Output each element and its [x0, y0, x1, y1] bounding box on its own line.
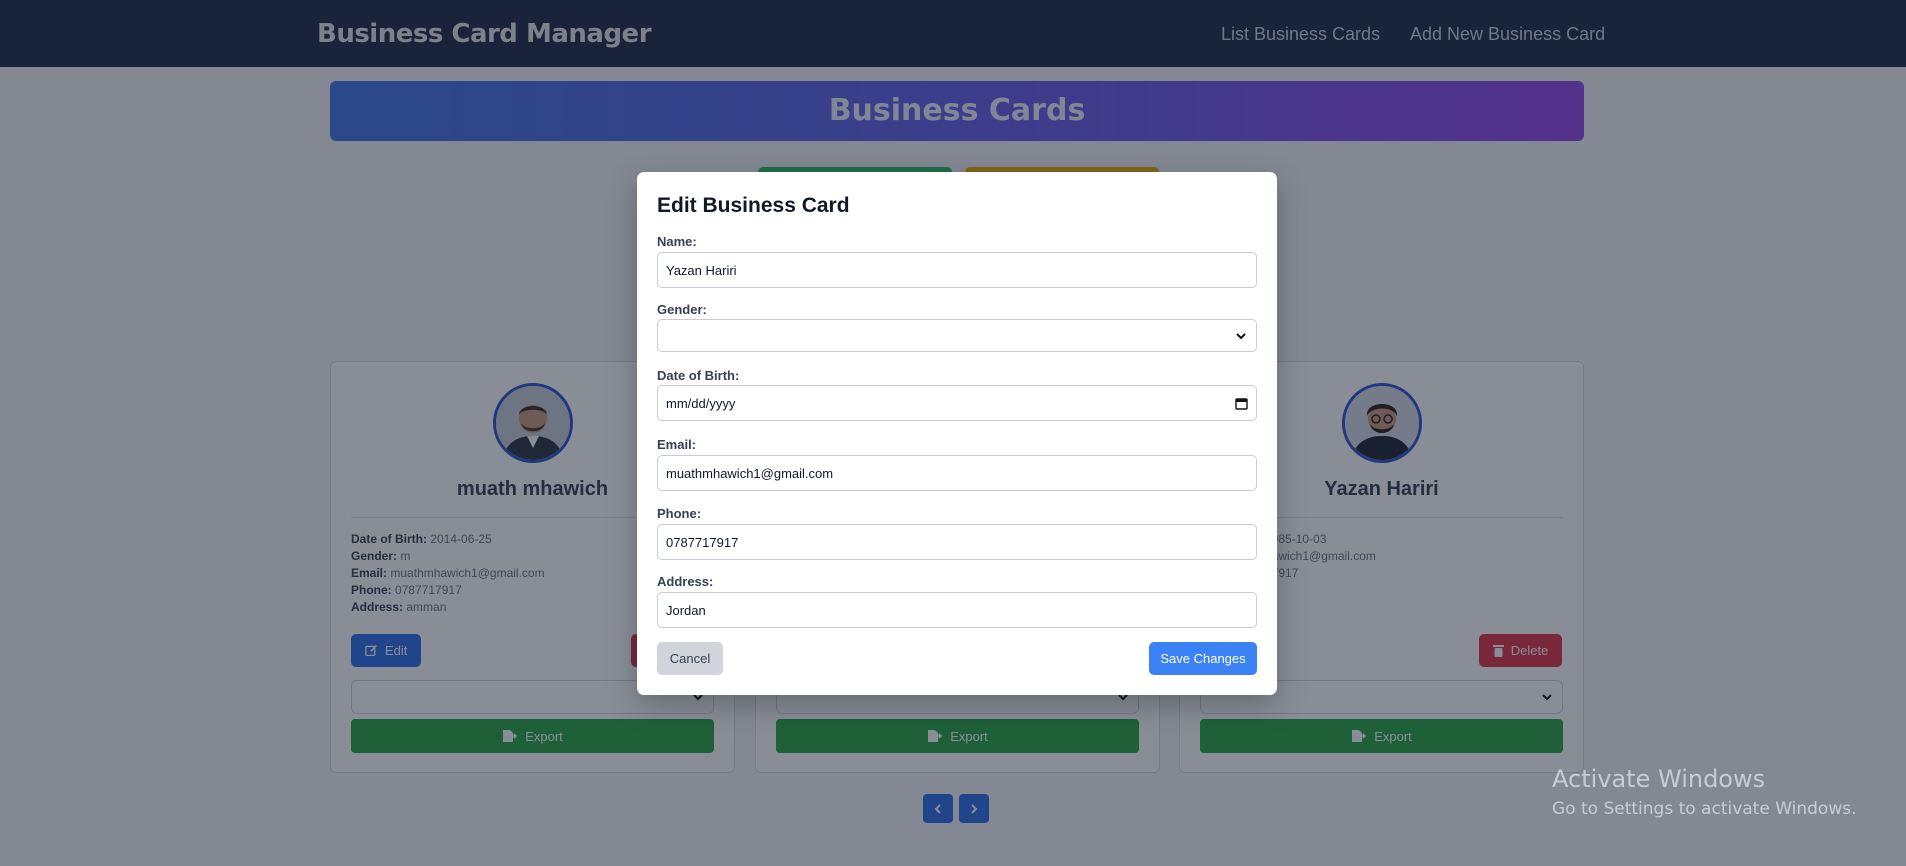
dob-field[interactable]: mm/dd/yyyy — [657, 385, 1257, 421]
windows-activation-title: Activate Windows — [1552, 765, 1766, 793]
phone-label: Phone: — [657, 506, 702, 521]
phone-field-value: 0787717917 — [666, 534, 739, 550]
address-field-value: Jordan — [666, 602, 706, 618]
dob-field-value: mm/dd/yyyy — [666, 395, 736, 411]
cancel-button[interactable]: Cancel — [657, 642, 723, 675]
gender-label: Gender: — [657, 302, 707, 317]
save-changes-button[interactable]: Save Changes — [1149, 642, 1257, 675]
windows-activation-subtitle: Go to Settings to activate Windows. — [1552, 799, 1857, 819]
name-field[interactable]: Yazan Hariri — [657, 252, 1257, 288]
chevron-down-icon — [1236, 332, 1246, 339]
modal-title: Edit Business Card — [657, 194, 850, 217]
name-field-value: Yazan Hariri — [666, 262, 737, 278]
edit-card-modal: Edit Business Card Name: Yazan Hariri Ge… — [637, 172, 1277, 695]
address-label: Address: — [657, 574, 714, 589]
calendar-icon[interactable] — [1235, 397, 1248, 410]
address-field[interactable]: Jordan — [657, 592, 1257, 628]
gender-select[interactable] — [657, 319, 1257, 352]
email-field-value: muathmhawich1@gmail.com — [666, 465, 834, 481]
name-label: Name: — [657, 234, 697, 249]
phone-field[interactable]: 0787717917 — [657, 524, 1257, 560]
dob-label: Date of Birth: — [657, 368, 740, 383]
email-field[interactable]: muathmhawich1@gmail.com — [657, 455, 1257, 491]
email-label: Email: — [657, 437, 697, 452]
